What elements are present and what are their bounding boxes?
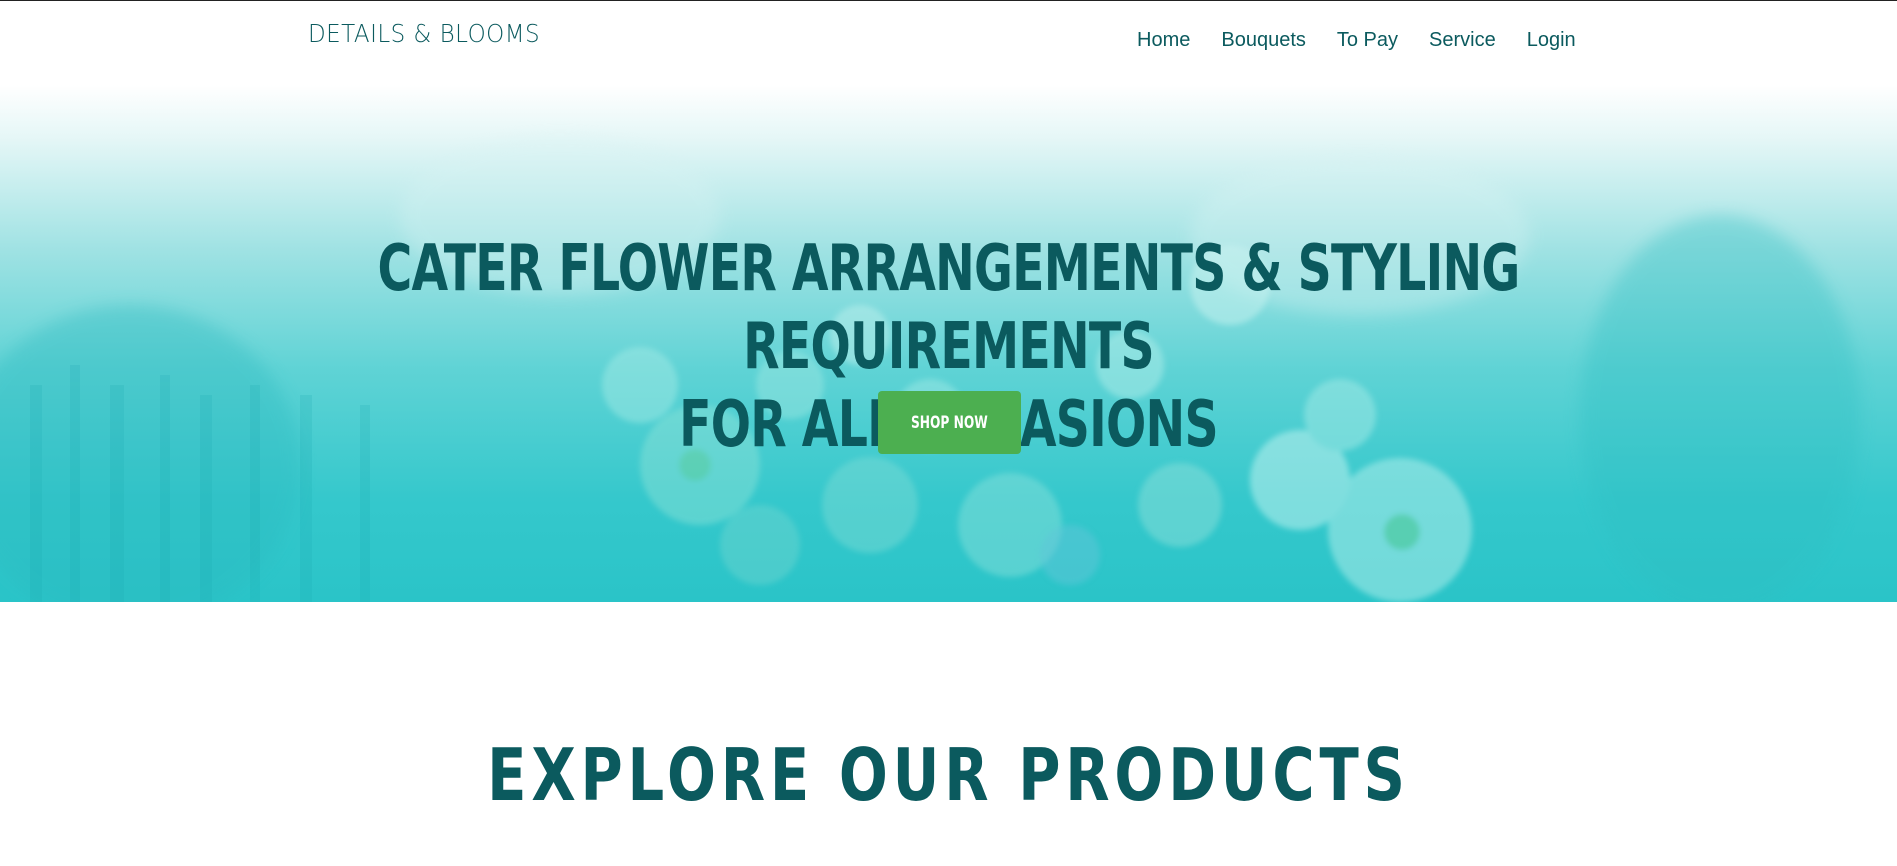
products-section-title: EXPLORE OUR PRODUCTS	[487, 733, 1410, 817]
nav-home[interactable]: Home	[1137, 29, 1190, 52]
hero-title-line-1: CATER FLOWER ARRANGEMENTS & STYLING REQU…	[377, 232, 1520, 384]
site-logo[interactable]: DETAILS & BLOOMS	[308, 19, 540, 48]
shop-now-label: SHOP NOW	[911, 412, 988, 433]
shop-now-button[interactable]: SHOP NOW	[878, 391, 1021, 454]
page: DETAILS & BLOOMS Home Bouquets To Pay Se…	[0, 0, 1897, 866]
nav-service[interactable]: Service	[1429, 29, 1496, 52]
hero-banner: CATER FLOWER ARRANGEMENTS & STYLING REQU…	[0, 85, 1897, 602]
nav-to-pay[interactable]: To Pay	[1337, 29, 1398, 52]
site-header: DETAILS & BLOOMS Home Bouquets To Pay Se…	[0, 1, 1897, 85]
main-nav: Home Bouquets To Pay Service Login	[1137, 29, 1576, 52]
nav-login[interactable]: Login	[1527, 29, 1576, 52]
nav-bouquets[interactable]: Bouquets	[1221, 29, 1306, 52]
